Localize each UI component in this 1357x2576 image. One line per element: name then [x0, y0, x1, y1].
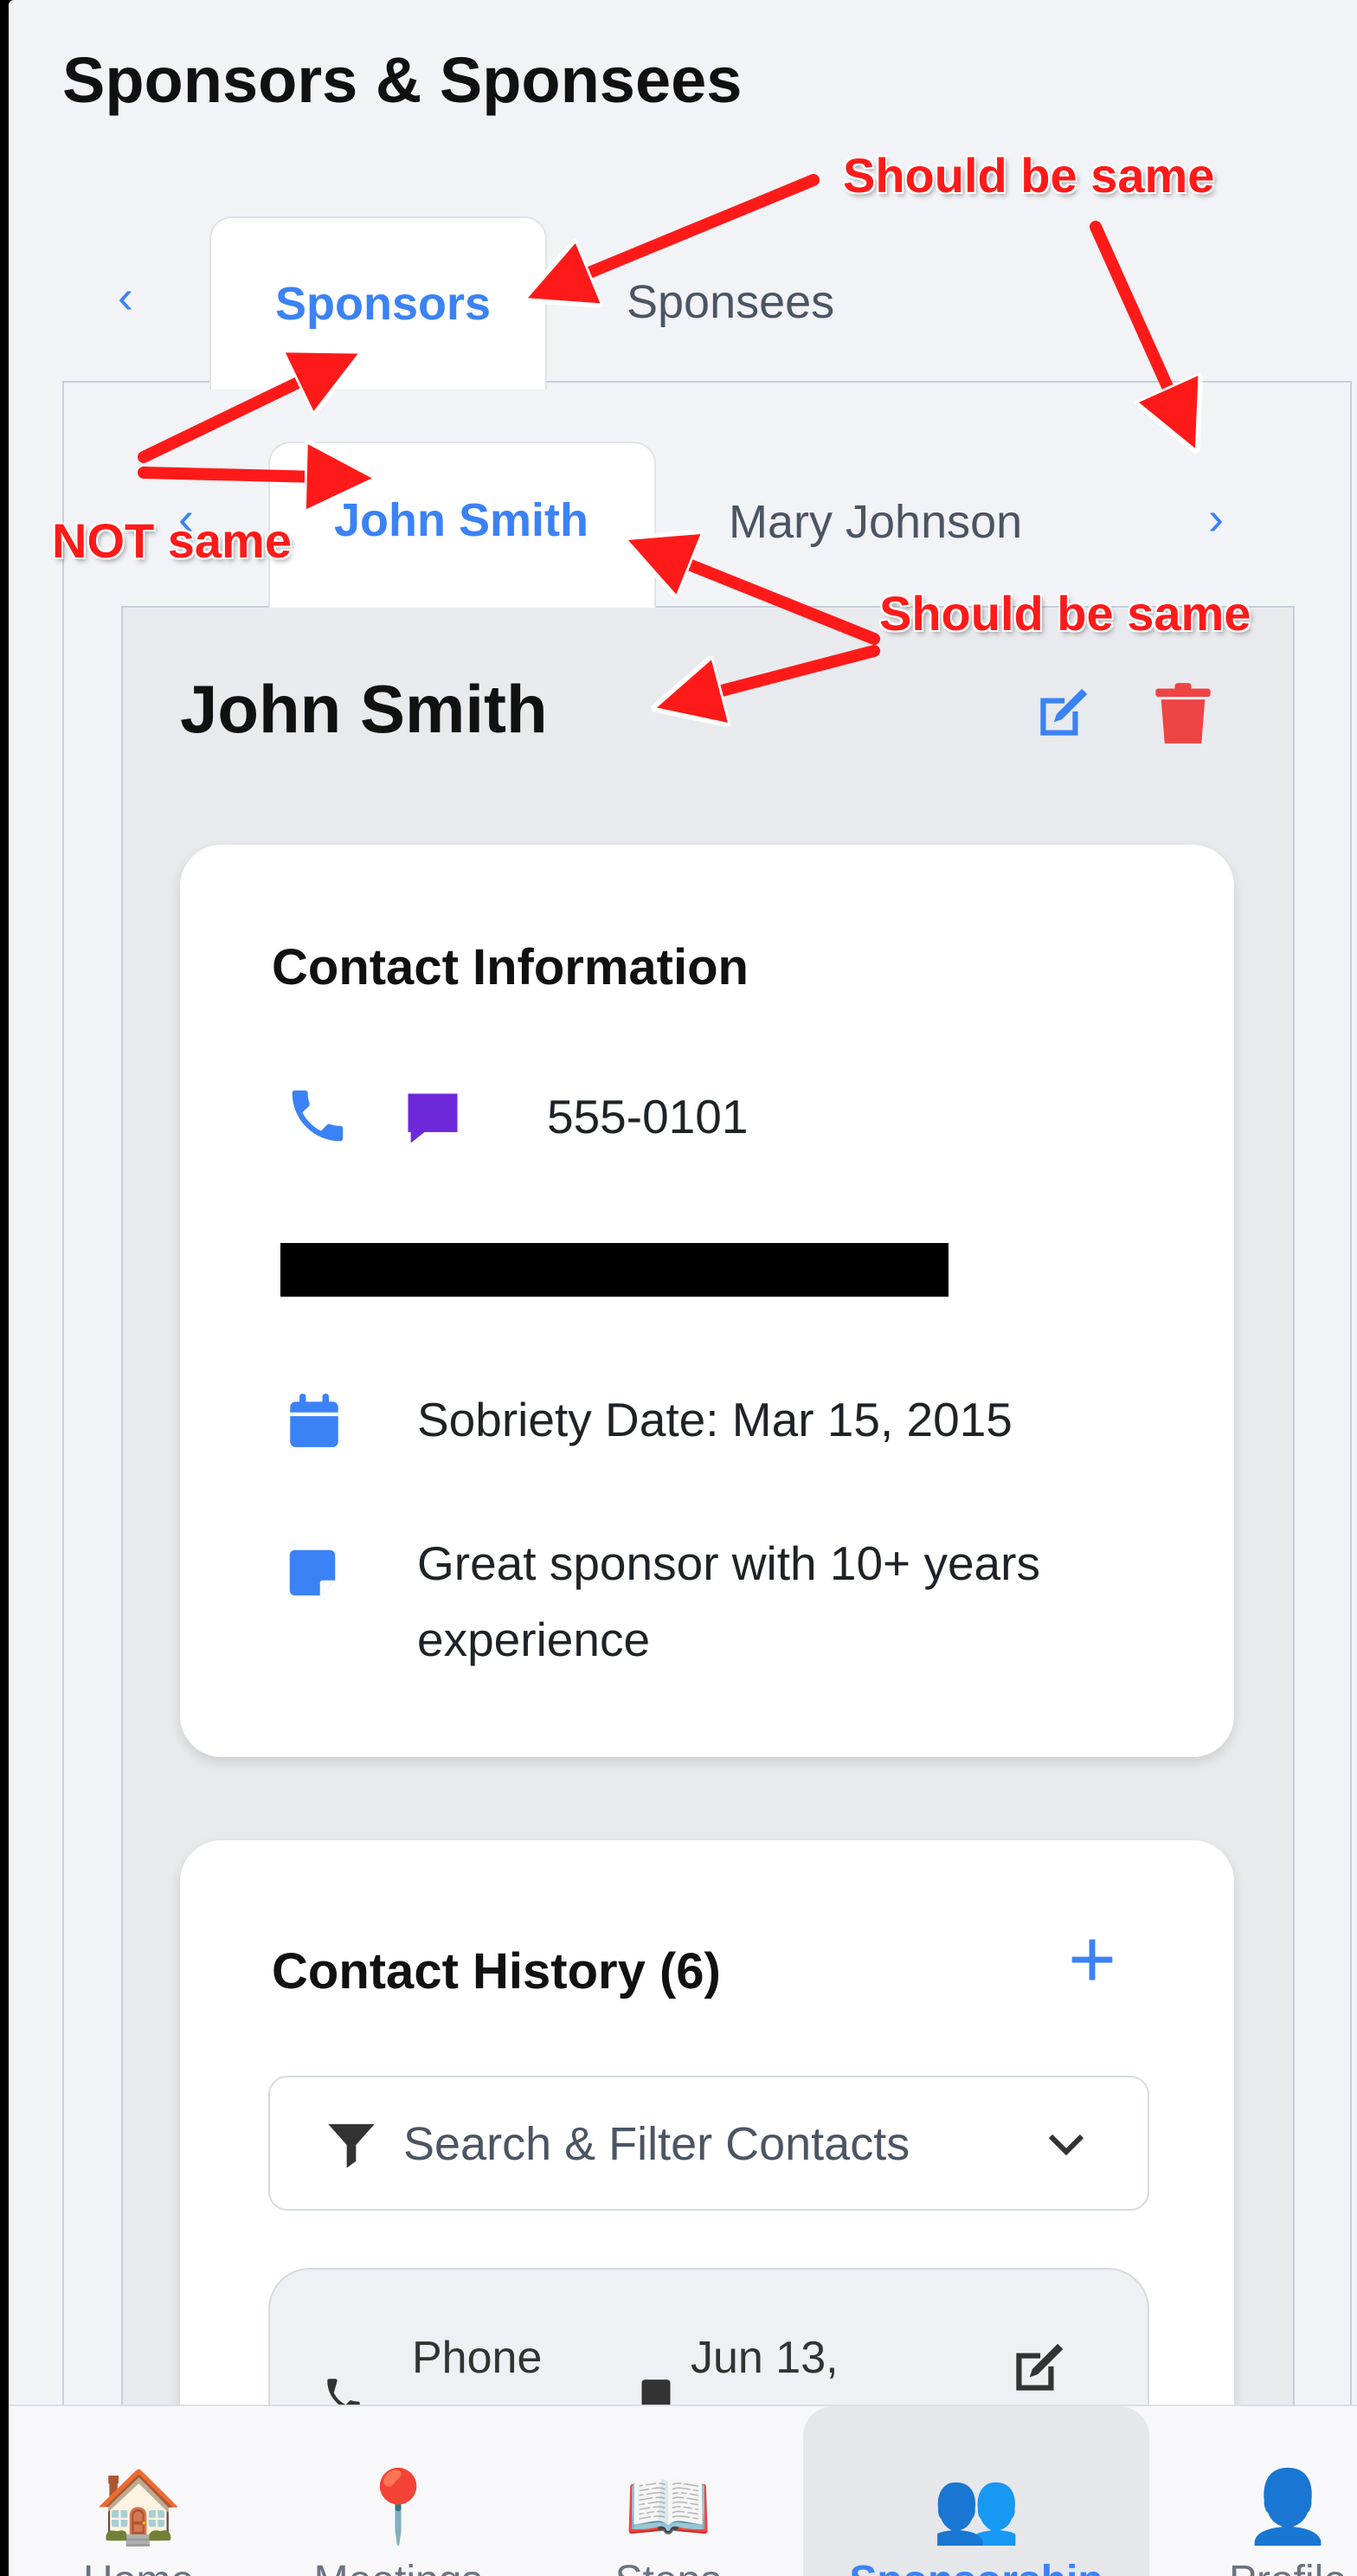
nav-home[interactable]: 🏠 Home [9, 2406, 268, 2576]
nav-profile-label: Profile [1158, 2557, 1357, 2576]
tab-john-smith[interactable]: John Smith [268, 441, 656, 608]
tab-sponsors-label: Sponsors [275, 278, 492, 330]
person-name: John Smith [180, 671, 548, 747]
calendar-icon [282, 1388, 346, 1457]
annotation-middle: Should be same [878, 585, 1251, 641]
chevron-down-icon [1045, 2128, 1087, 2167]
phone-icon[interactable] [284, 1082, 351, 1154]
people-icon: 👥 [931, 2468, 1021, 2547]
filter-icon [324, 2117, 379, 2177]
sobriety-date: Sobriety Date: Mar 15, 2015 [417, 1393, 1013, 1446]
nav-sponsorship[interactable]: 👥 Sponsorship [803, 2406, 1149, 2576]
pin-icon: 📍 [353, 2468, 443, 2547]
add-contact-button[interactable]: + [1068, 1918, 1116, 2001]
contact-info-card: Contact Information 555-0101 Sobriety Da… [180, 845, 1234, 1757]
search-filter-toggle[interactable]: Search & Filter Contacts [268, 2076, 1149, 2211]
annotation-top: Should be same [842, 147, 1215, 203]
message-icon[interactable] [400, 1085, 466, 1156]
app-screen: Sponsors & Sponsees ‹ Sponsors Sponsees … [9, 0, 1357, 2576]
entry-type: Phone [412, 2333, 543, 2383]
tab-mary-johnson[interactable]: Mary Johnson [729, 495, 1022, 549]
note-icon [282, 1542, 343, 1607]
nav-steps-label: Steps [538, 2557, 798, 2576]
nav-steps[interactable]: 📖 Steps [538, 2406, 798, 2576]
delete-icon[interactable] [1153, 680, 1213, 750]
redacted-field [280, 1243, 949, 1297]
bottom-nav: 🏠 Home 📍 Meetings 📖 Steps 👥 Sponsorship … [9, 2405, 1357, 2576]
nav-meetings-label: Meetings [268, 2557, 528, 2576]
entry-date: Jun 13, [691, 2333, 839, 2383]
tab-sponsees[interactable]: Sponsees [627, 275, 834, 329]
entry-edit-icon[interactable] [1006, 2337, 1070, 2405]
contact-info-title: Contact Information [272, 939, 749, 995]
book-icon: 📖 [623, 2468, 713, 2547]
inner-tabs-next-icon[interactable]: › [1208, 495, 1224, 542]
tab-sponsors[interactable]: Sponsors [209, 216, 547, 390]
nav-home-label: Home [9, 2557, 268, 2576]
outer-tabs: ‹ Sponsors Sponsees [9, 208, 1357, 390]
home-icon: 🏠 [93, 2468, 183, 2547]
page-title: Sponsors & Sponsees [62, 44, 743, 116]
nav-meetings[interactable]: 📍 Meetings [268, 2406, 528, 2576]
tabs-prev-icon[interactable]: ‹ [118, 274, 133, 320]
sponsor-notes: Great sponsor with 10+ years experience [417, 1536, 1040, 1666]
search-filter-label: Search & Filter Contacts [403, 2118, 910, 2170]
tab-john-smith-label: John Smith [334, 494, 588, 546]
profile-icon: 👤 [1243, 2468, 1333, 2547]
phone-number: 555-0101 [547, 1090, 749, 1143]
contact-history-title: Contact History (6) [272, 1943, 721, 2000]
nav-profile[interactable]: 👤 Profile [1158, 2406, 1357, 2576]
annotation-left: NOT same [51, 512, 293, 569]
nav-sponsorship-label: Sponsorship [803, 2557, 1149, 2576]
edit-icon[interactable] [1030, 682, 1094, 750]
